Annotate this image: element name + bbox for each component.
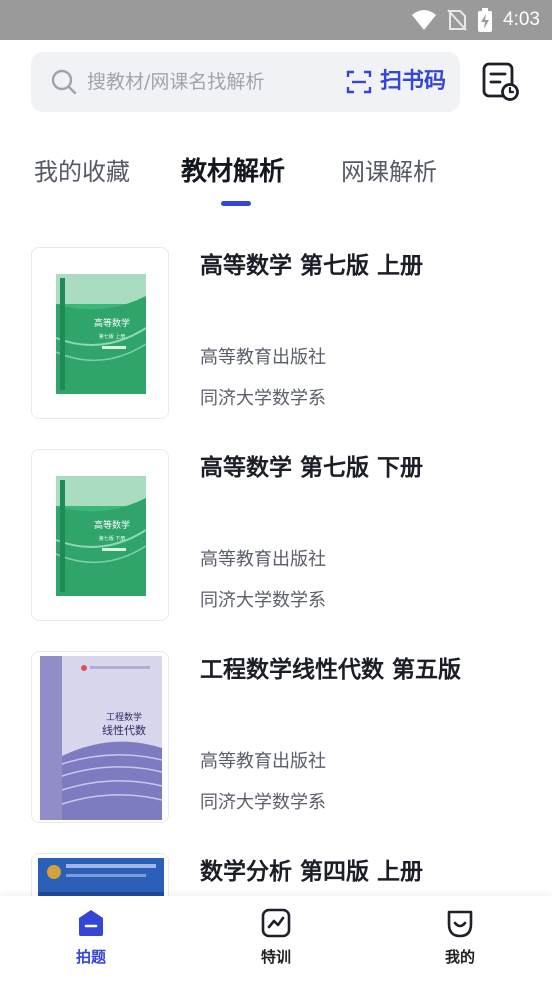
scan-code-button[interactable]: 扫书码: [346, 66, 446, 98]
nav-label-training: 特训: [260, 948, 291, 966]
scan-code-label: 扫书码: [379, 69, 446, 94]
book-author: 同济大学数学系: [200, 590, 326, 611]
book-cover: 工程数学 线性代数: [31, 651, 169, 823]
wifi-icon: [412, 10, 437, 30]
history-icon[interactable]: [481, 61, 519, 101]
battery-charging-icon: [478, 8, 493, 32]
book-cover: 高等数学 第七版 上册: [31, 247, 169, 419]
cover-title-text: 高等数学: [94, 519, 130, 531]
book-cover: 高等数学 第七版 下册: [31, 449, 169, 621]
training-chart-icon: [261, 908, 291, 938]
book-title: 高等数学 第七版 上册: [200, 253, 424, 279]
search-input[interactable]: 搜教材/网课名找解析 扫书码: [31, 52, 460, 112]
book-list-item[interactable]: 高等数学 第七版 上册 高等数学 第七版 上册 高等教育出版社 同济大学数学系: [0, 247, 552, 423]
tab-my-favorites[interactable]: 我的收藏: [34, 152, 130, 192]
cover-title-text: 工程数学: [106, 711, 142, 723]
bottom-navigation: 拍题 特训 我的: [0, 896, 552, 981]
scan-icon: [346, 70, 372, 94]
cover-subtitle-text: 线性代数: [102, 723, 146, 737]
no-sim-icon: [447, 9, 467, 31]
book-title: 数学分析 第四版 上册: [200, 859, 424, 885]
active-tab-indicator: [221, 201, 251, 206]
cover-title-text: 高等数学: [94, 317, 130, 329]
smile-profile-icon: [447, 910, 473, 938]
book-publisher: 高等教育出版社: [200, 751, 326, 772]
nav-item-training[interactable]: 特训: [231, 906, 321, 970]
book-list-item[interactable]: 高等数学 第七版 下册 高等数学 第七版 下册 高等教育出版社 同济大学数学系: [0, 449, 552, 625]
status-time: 4:03: [503, 9, 540, 30]
book-list-item[interactable]: 工程数学 线性代数 工程数学线性代数 第五版 高等教育出版社 同济大学数学系: [0, 651, 552, 827]
nav-label-me: 我的: [444, 948, 475, 966]
status-bar: 4:03: [0, 0, 552, 40]
search-placeholder: 搜教材/网课名找解析: [87, 71, 265, 93]
book-author: 同济大学数学系: [200, 388, 326, 409]
tab-online-course-solutions[interactable]: 网课解析: [341, 152, 437, 192]
cover-subtitle-text: 第七版 上册: [99, 333, 126, 340]
photo-question-icon: [79, 910, 103, 936]
book-publisher: 高等教育出版社: [200, 347, 326, 368]
book-title: 工程数学线性代数 第五版: [200, 657, 462, 683]
nav-item-photo-question[interactable]: 拍题: [46, 906, 136, 970]
book-publisher: 高等教育出版社: [200, 549, 326, 570]
book-title: 高等数学 第七版 下册: [200, 455, 424, 481]
search-icon: [51, 69, 77, 95]
book-author: 同济大学数学系: [200, 792, 326, 813]
nav-item-me[interactable]: 我的: [415, 906, 505, 970]
cover-subtitle-text: 第七版 下册: [99, 535, 126, 542]
tab-textbook-solutions[interactable]: 教材解析: [181, 152, 285, 192]
nav-label-photo-question: 拍题: [75, 948, 106, 966]
